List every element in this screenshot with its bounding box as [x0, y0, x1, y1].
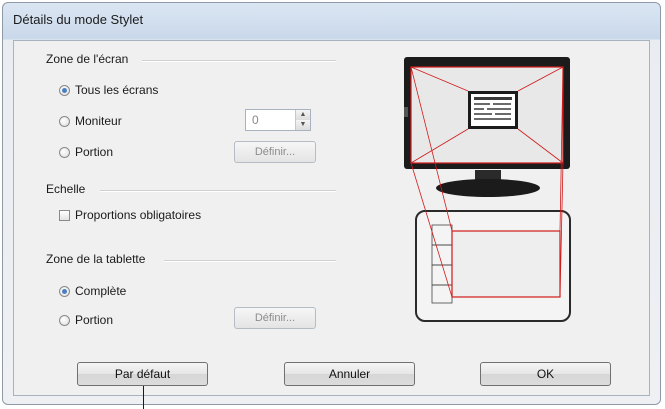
cancel-button[interactable]: Annuler — [284, 362, 415, 386]
window-title: Détails du mode Stylet — [13, 12, 144, 27]
force-proportions-checkbox[interactable]: Proportions obligatoires — [59, 208, 201, 222]
tablet-define-button[interactable]: Définir... — [234, 307, 316, 329]
radio-tablet-full[interactable]: Complète — [59, 284, 126, 298]
screen-define-button[interactable]: Définir... — [234, 141, 316, 163]
group-divider — [100, 190, 336, 192]
spin-down-icon[interactable]: ▼ — [296, 120, 310, 130]
monitor-icon — [404, 57, 570, 197]
radio-indicator — [59, 146, 70, 158]
tablet-area-label: Zone de la tablette — [46, 252, 146, 266]
spinner-buttons: ▲ ▼ — [295, 110, 310, 130]
screen-area-label: Zone de l'écran — [46, 52, 129, 66]
force-proportions-label: Proportions obligatoires — [75, 208, 202, 222]
monitor-number-spinner[interactable]: 0 ▲ ▼ — [245, 109, 311, 131]
group-divider — [142, 60, 336, 62]
radio-all-screens[interactable]: Tous les écrans — [59, 83, 158, 97]
mapping-illustration — [404, 57, 571, 322]
monitor-number-value: 0 — [252, 113, 259, 127]
title-bar[interactable]: Détails du mode Stylet — [3, 3, 660, 39]
radio-tablet-portion[interactable]: Portion — [59, 313, 113, 327]
default-button[interactable]: Par défaut — [77, 362, 208, 386]
tablet-icon — [415, 210, 571, 322]
checkbox-indicator — [59, 209, 70, 221]
radio-indicator — [59, 115, 70, 127]
radio-indicator — [59, 285, 70, 297]
scale-group: Echelle — [46, 182, 336, 232]
radio-monitor-label: Moniteur — [75, 114, 122, 128]
spin-up-icon[interactable]: ▲ — [296, 110, 310, 120]
radio-screen-portion[interactable]: Portion — [59, 145, 113, 159]
ok-button[interactable]: OK — [480, 362, 611, 386]
radio-tablet-portion-label: Portion — [75, 313, 114, 327]
radio-tablet-full-label: Complète — [75, 284, 127, 298]
radio-screen-portion-label: Portion — [75, 145, 114, 159]
radio-indicator — [59, 84, 70, 96]
scale-label: Echelle — [46, 182, 86, 196]
group-divider — [164, 260, 336, 262]
callout-line — [143, 386, 144, 409]
radio-monitor[interactable]: Moniteur — [59, 114, 122, 128]
radio-all-screens-label: Tous les écrans — [75, 83, 159, 97]
radio-indicator — [59, 314, 70, 326]
